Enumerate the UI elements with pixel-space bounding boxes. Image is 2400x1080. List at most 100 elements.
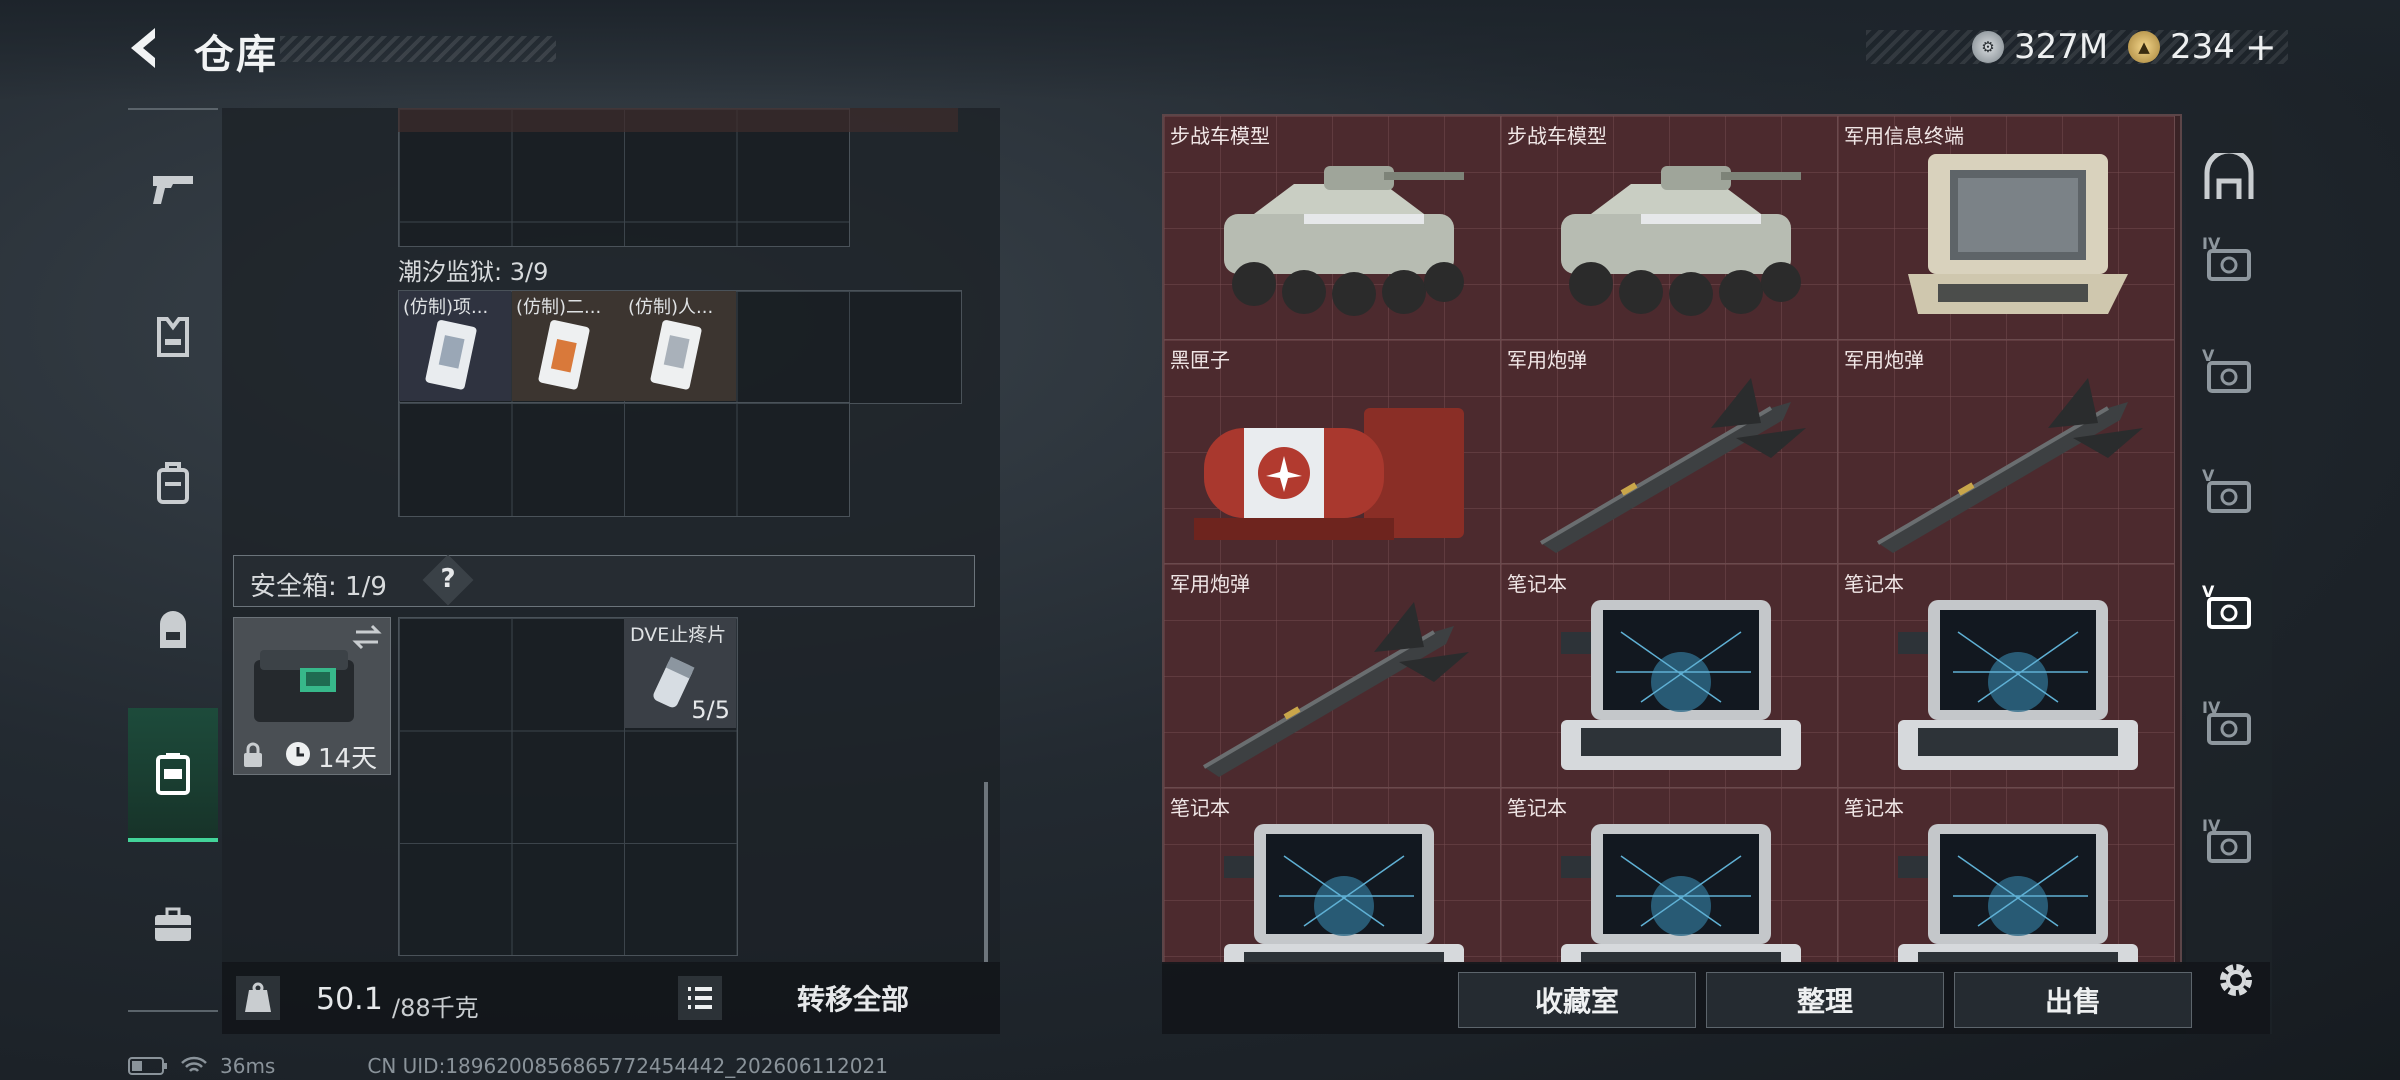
battery-icon: [128, 1057, 167, 1075]
silver-currency[interactable]: ⚙ 327M: [1972, 24, 2108, 70]
back-arrow-icon: [131, 28, 155, 68]
sidebar-item-armor[interactable]: [128, 272, 218, 402]
safe-case-label: 安全箱: 1/9: [250, 572, 387, 602]
container-item-3[interactable]: (仿制)人...: [624, 291, 736, 401]
sidebar-item-weapon[interactable]: [128, 125, 218, 255]
stash-panel[interactable]: 步战车模型 步战车模型 军用信息终端 黑匣子 军用炮弹 军用炮弹 军用炮弹 笔记本 笔记本 笔记本…: [1162, 114, 2182, 964]
backpack-rig-icon: [157, 462, 189, 504]
missile-icon: [1858, 368, 2158, 558]
stash-item-name: 笔记本: [1844, 572, 1904, 596]
stash-item[interactable]: 军用炮弹: [1501, 340, 1838, 564]
stash-item[interactable]: 步战车模型: [1501, 116, 1838, 340]
sidebar-item-safe-case[interactable]: [128, 708, 218, 842]
sidebar-item-backpack[interactable]: [128, 565, 218, 695]
stash-item[interactable]: 步战车模型: [1164, 116, 1501, 340]
stash-tab-3[interactable]: V: [2190, 460, 2268, 530]
wifi-icon: [181, 1056, 207, 1072]
safe-case-icon: [254, 650, 354, 722]
tier-badge: V: [2202, 582, 2215, 601]
warehouse-icon: [2204, 153, 2254, 199]
silver-coin-icon: ⚙: [1972, 31, 2004, 63]
stash-item-name: 军用信息终端: [1844, 124, 1964, 148]
safe-case-header: 安全箱: 1/9 ?: [233, 554, 975, 607]
safe-case-timer: 14天: [318, 744, 378, 774]
weight-bar: 50.1 /88千克 转移全部: [222, 962, 1000, 1034]
stash-item-name: 步战车模型: [1170, 124, 1270, 148]
stash-tab-4[interactable]: V: [2190, 576, 2268, 646]
gold-coin-icon: ▲: [2128, 31, 2160, 63]
laptop-icon: [1858, 816, 2158, 962]
item-name: DVE止疼片: [630, 624, 727, 646]
page-title: 仓库: [194, 32, 278, 78]
laptop-icon: [1521, 816, 1821, 962]
sidebar-item-briefcase[interactable]: [128, 860, 218, 990]
weight-icon: [245, 982, 271, 1012]
stash-tab-5[interactable]: IV: [2190, 692, 2268, 762]
pistol-icon: [153, 176, 193, 204]
ping-value: 36ms: [220, 1054, 276, 1078]
stash-tab-6[interactable]: IV: [2190, 810, 2268, 880]
left-scrollbar[interactable]: [984, 782, 988, 962]
weight-max: /88千克: [392, 994, 479, 1022]
missile-icon: [1521, 368, 1821, 558]
stash-item[interactable]: 笔记本: [1501, 788, 1838, 962]
stash-tab-all[interactable]: [2190, 144, 2268, 214]
stash-item[interactable]: 军用炮弹: [1838, 340, 2175, 564]
stash-item[interactable]: 军用炮弹: [1164, 564, 1501, 788]
tier-badge: V: [2202, 466, 2215, 485]
missile-icon: [1184, 592, 1484, 782]
safe-item-painkiller[interactable]: DVE止疼片 5/5: [624, 618, 736, 728]
tier-badge: IV: [2202, 234, 2221, 253]
military-terminal-icon: [1858, 144, 2158, 334]
stash-tab-1[interactable]: IV: [2190, 228, 2268, 298]
back-button[interactable]: [120, 22, 170, 74]
stash-item-name: 黑匣子: [1170, 348, 1230, 372]
help-button[interactable]: ?: [436, 564, 460, 594]
stash-tab-2[interactable]: V: [2190, 340, 2268, 410]
container-item-2[interactable]: (仿制)二...: [512, 291, 624, 401]
laptop-icon: [1858, 592, 2158, 782]
backpack-icon: [160, 611, 186, 648]
stash-item[interactable]: 黑匣子: [1164, 340, 1501, 564]
laptop-icon: [1184, 816, 1484, 962]
lock-icon: [244, 742, 262, 767]
scrolled-item-strip: [398, 108, 958, 132]
clock-icon: [286, 742, 310, 766]
laptop-icon: [1521, 592, 1821, 782]
list-icon: [688, 987, 712, 1009]
settings-button[interactable]: [2206, 950, 2266, 1010]
stash-item[interactable]: 笔记本: [1501, 564, 1838, 788]
stash-item-name: 笔记本: [1507, 572, 1567, 596]
container-grid-bottom-row[interactable]: [398, 402, 850, 517]
stash-item-name: 笔记本: [1170, 796, 1230, 820]
swap-icon[interactable]: [352, 624, 382, 650]
title-decoration: [280, 36, 556, 62]
briefcase-icon: [155, 907, 191, 941]
stash-item-name: 军用炮弹: [1844, 348, 1924, 372]
gold-amount: 234: [2170, 27, 2235, 67]
stash-item[interactable]: 军用信息终端: [1838, 116, 2175, 340]
transfer-all-button[interactable]: 转移全部: [734, 974, 972, 1022]
add-currency-button[interactable]: +: [2245, 25, 2277, 69]
ifv-model-icon: [1184, 144, 1484, 334]
weight-current: 50.1: [316, 982, 383, 1017]
stash-item-name: 军用炮弹: [1170, 572, 1250, 596]
stash-item[interactable]: 笔记本: [1838, 564, 2175, 788]
stash-item-name: 军用炮弹: [1507, 348, 1587, 372]
collection-room-button[interactable]: 收藏室: [1458, 972, 1696, 1028]
stash-item[interactable]: 笔记本: [1164, 788, 1501, 962]
list-view-button[interactable]: [678, 976, 722, 1020]
organize-button[interactable]: 整理: [1706, 972, 1944, 1028]
gold-currency[interactable]: ▲ 234 +: [2128, 24, 2277, 70]
document-card-icon: [650, 320, 702, 390]
sidebar-item-rig[interactable]: [128, 418, 218, 548]
tier-badge: IV: [2202, 698, 2221, 717]
container-item-1[interactable]: (仿制)项...: [399, 291, 511, 401]
safe-case-item[interactable]: 14天: [233, 617, 391, 775]
stash-item-name: 笔记本: [1507, 796, 1567, 820]
document-card-icon: [425, 320, 477, 390]
sell-button[interactable]: 出售: [1954, 972, 2192, 1028]
document-card-icon: [538, 320, 590, 390]
stash-item[interactable]: 笔记本: [1838, 788, 2175, 962]
gear-icon: [2220, 964, 2252, 996]
